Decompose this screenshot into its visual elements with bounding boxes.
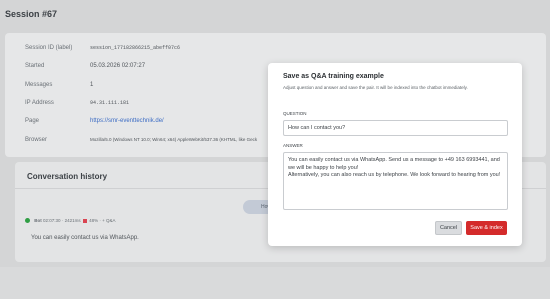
detail-value: 1 <box>90 82 94 88</box>
qa-training-modal: Save as Q&A training example Adjust ques… <box>268 63 522 246</box>
answer-label: ANSWER <box>283 143 303 148</box>
bot-message-meta: Bot 02:07:30 · 2421ms 48% · + Q&A <box>25 218 116 224</box>
bot-message: You can easily contact us via WhatsApp. <box>31 235 139 241</box>
detail-label: Browser <box>25 137 48 143</box>
modal-subtitle: Adjust question and answer and save the … <box>283 85 468 90</box>
answer-textarea[interactable]: You can easily contact us via WhatsApp. … <box>283 152 508 210</box>
detail-row-page: Page https://smr-eventtechnik.de/ <box>25 118 164 124</box>
detail-value: session_177182866215_abeff07c6 <box>90 45 181 51</box>
bot-author: Bot <box>34 218 42 223</box>
bot-latency: 2421ms <box>64 218 81 223</box>
conversation-title: Conversation history <box>27 172 108 181</box>
detail-row-messages: Messages 1 <box>25 82 94 88</box>
question-label: QUESTION <box>283 111 307 116</box>
detail-value: 94.31.111.181 <box>90 100 130 106</box>
save-and-index-button[interactable]: Save & index <box>466 221 507 235</box>
add-qa-link[interactable]: + Q&A <box>102 218 115 223</box>
footer-area <box>0 267 550 299</box>
detail-label: Session ID (label) <box>25 45 73 51</box>
detail-value: Mozilla/5.0 (Windows NT 10.0; Win64; x64… <box>90 137 258 142</box>
detail-row-ip: IP Address 94.31.111.181 <box>25 100 129 106</box>
detail-label: Messages <box>25 82 53 88</box>
detail-row-started: Started 05.03.2026 02:07:27 <box>25 63 145 69</box>
question-input[interactable] <box>283 120 508 136</box>
detail-value: 05.03.2026 02:07:27 <box>90 63 146 69</box>
cancel-button[interactable]: Cancel <box>435 221 462 235</box>
bot-time: 02:07:30 <box>43 218 61 223</box>
bot-score: 48% <box>89 218 99 223</box>
detail-row-session-id: Session ID (label) session_177182866215_… <box>25 45 180 51</box>
detail-label: Started <box>25 63 45 69</box>
detail-row-browser: Browser Mozilla/5.0 (Windows NT 10.0; Wi… <box>25 137 257 143</box>
page-link[interactable]: https://smr-eventtechnik.de/ <box>90 118 164 124</box>
detail-label: Page <box>25 118 40 124</box>
detail-label: IP Address <box>25 100 54 106</box>
modal-title: Save as Q&A training example <box>283 73 384 80</box>
page-title: Session #67 <box>5 9 58 19</box>
status-dot-icon <box>25 218 30 224</box>
score-indicator-icon <box>82 218 87 223</box>
